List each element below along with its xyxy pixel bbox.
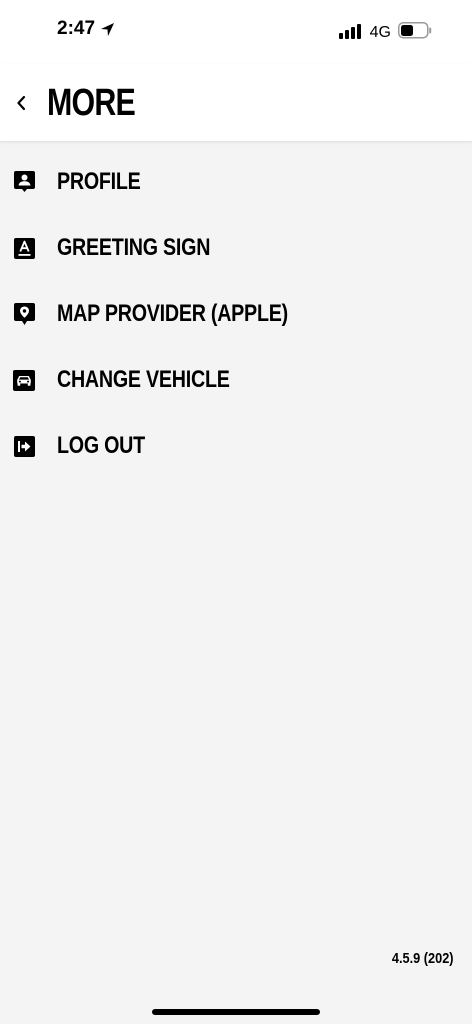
menu-item-log-out[interactable]: LOG OUT <box>0 413 472 479</box>
menu-item-label: LOG OUT <box>57 432 145 459</box>
profile-icon <box>13 171 35 193</box>
chevron-left-icon <box>17 95 26 111</box>
signal-icon <box>338 23 363 44</box>
menu-item-label: CHANGE VEHICLE <box>57 366 230 393</box>
menu-item-label: GREETING SIGN <box>57 234 211 261</box>
location-arrow-icon <box>100 22 115 37</box>
status-indicators: 4G <box>338 22 432 44</box>
page-title: MORE <box>47 82 136 124</box>
status-bar: 2:47 4G <box>0 0 472 64</box>
menu-item-label: MAP PROVIDER (APPLE) <box>57 300 288 327</box>
menu-item-profile[interactable]: PROFILE <box>0 149 472 215</box>
status-time-group: 2:47 <box>57 18 115 40</box>
network-label: 4G <box>369 24 391 41</box>
car-icon <box>13 369 35 391</box>
battery-icon <box>398 22 432 44</box>
greeting-sign-icon <box>13 237 35 259</box>
menu-item-change-vehicle[interactable]: CHANGE VEHICLE <box>0 347 472 413</box>
back-button[interactable] <box>8 86 34 120</box>
menu-item-map-provider[interactable]: MAP PROVIDER (APPLE) <box>0 281 472 347</box>
menu-item-greeting-sign[interactable]: GREETING SIGN <box>0 215 472 281</box>
menu-item-label: PROFILE <box>57 168 141 195</box>
app-version: 4.5.9 (202) <box>392 950 454 967</box>
map-pin-icon <box>13 302 35 325</box>
logout-icon <box>13 435 35 457</box>
status-time: 2:47 <box>57 18 96 39</box>
home-indicator[interactable] <box>152 1009 320 1015</box>
more-menu: PROFILE GREETING SIGN MAP PROVIDER (APPL… <box>0 149 472 479</box>
header: MORE <box>0 64 472 142</box>
